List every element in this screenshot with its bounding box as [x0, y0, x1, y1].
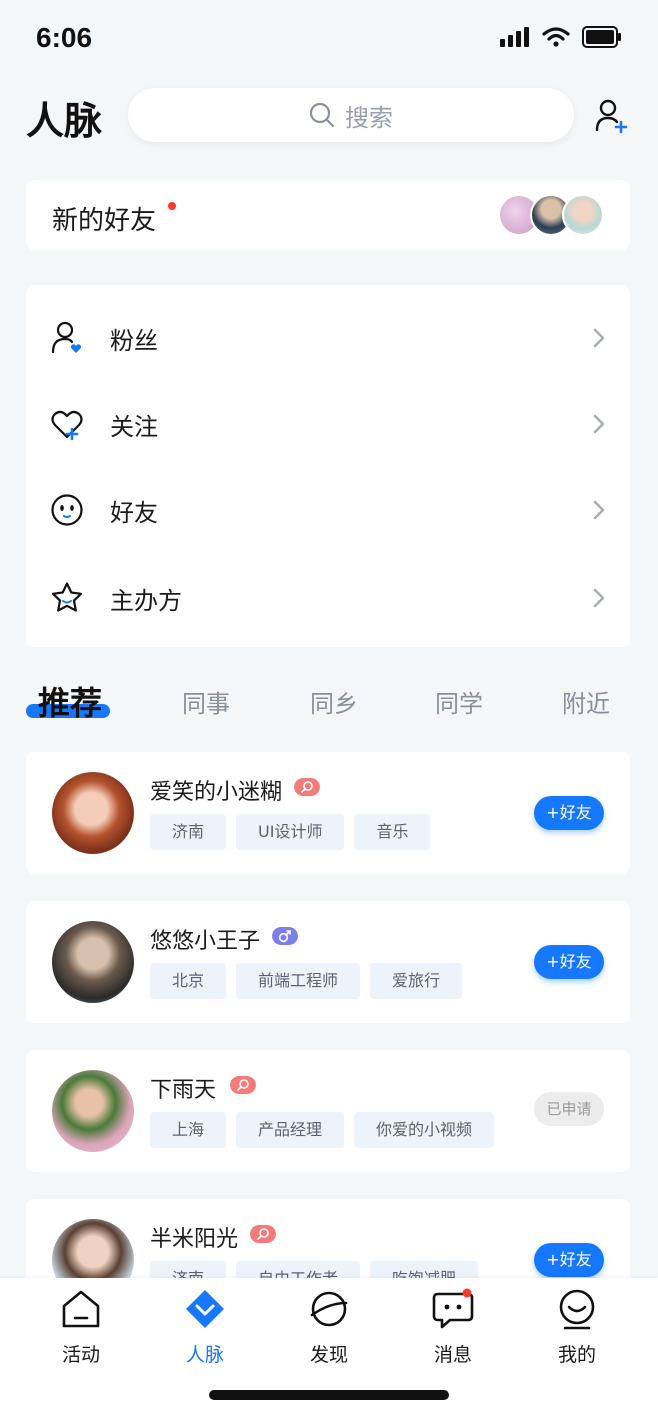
- header: 人脉 搜索: [0, 84, 658, 148]
- chevron-right-icon: [593, 414, 605, 434]
- tabbar-item-messages[interactable]: 消息: [412, 1288, 492, 1368]
- menu-label: 粉丝: [110, 326, 158, 355]
- message-icon: [432, 1288, 474, 1329]
- avatar: [562, 194, 604, 236]
- status-time: 6:06: [36, 22, 93, 53]
- recommendation-card[interactable]: 下雨天 上海 产品经理 你爱的小视频 已申请: [26, 1050, 630, 1172]
- status-icons: [500, 26, 622, 48]
- tag: 你爱的小视频: [354, 1112, 495, 1148]
- tabbar-item-contacts[interactable]: 人脉: [164, 1288, 244, 1368]
- female-badge-icon: [294, 778, 320, 796]
- tab-hometown[interactable]: 同乡: [310, 684, 358, 719]
- user-name: 下雨天: [150, 1078, 217, 1103]
- contacts-menu: 粉丝 关注 好友 主办方: [26, 285, 630, 647]
- avatar: [52, 772, 134, 854]
- status-bar: 6:06: [0, 0, 658, 80]
- female-badge-icon: [230, 1076, 256, 1094]
- bottom-tab-bar: 活动 人脉 发现 消息 我的: [0, 1278, 658, 1425]
- tag: 前端工程师: [236, 963, 361, 999]
- category-tabs: 推荐 同事 同乡 同学 附近: [0, 676, 658, 726]
- tab-classmates[interactable]: 同学: [435, 684, 483, 719]
- female-badge-icon: [250, 1225, 276, 1243]
- home-icon: [62, 1290, 100, 1328]
- user-name: 半米阳光: [150, 1227, 239, 1252]
- menu-item-following[interactable]: 关注: [26, 381, 630, 467]
- tabbar-label: 消息: [433, 1344, 472, 1366]
- tag: 济南: [150, 814, 227, 850]
- planet-icon: [310, 1291, 348, 1327]
- male-badge-icon: [272, 927, 298, 945]
- recommendation-card[interactable]: 悠悠小王子 北京 前端工程师 爱旅行 +好友: [26, 901, 630, 1023]
- battery-icon: [582, 26, 621, 48]
- user-name: 爱笑的小迷糊: [150, 780, 283, 805]
- tag-list: 北京 前端工程师 爱旅行: [150, 963, 463, 999]
- search-placeholder: 搜索: [345, 103, 393, 132]
- tabbar-label: 发现: [309, 1344, 348, 1366]
- user-name: 悠悠小王子: [150, 929, 261, 954]
- tabbar-item-me[interactable]: 我的: [536, 1288, 616, 1368]
- signal-icon: [500, 27, 529, 47]
- add-friend-button[interactable]: +好友: [534, 945, 604, 979]
- contacts-icon: [186, 1290, 224, 1328]
- smiley-icon: [51, 494, 83, 526]
- unread-dot: [168, 202, 176, 210]
- tab-colleagues[interactable]: 同事: [182, 684, 230, 719]
- tab-nearby[interactable]: 附近: [562, 684, 610, 719]
- menu-label: 主办方: [110, 586, 182, 615]
- menu-label: 关注: [110, 412, 158, 441]
- star-icon: [51, 582, 83, 612]
- chevron-right-icon: [593, 328, 605, 348]
- new-friends-label: 新的好友: [52, 206, 157, 236]
- tabbar-label: 人脉: [185, 1344, 224, 1366]
- menu-label: 好友: [110, 498, 158, 527]
- chevron-right-icon: [593, 500, 605, 520]
- tag-list: 上海 产品经理 你爱的小视频: [150, 1112, 495, 1148]
- avatar: [52, 921, 134, 1003]
- user-heart-icon: [51, 321, 82, 354]
- avatar: [52, 1070, 134, 1152]
- menu-item-friends[interactable]: 好友: [26, 467, 630, 553]
- tabbar-item-activity[interactable]: 活动: [40, 1288, 120, 1368]
- tag: 爱旅行: [370, 963, 463, 999]
- tag-list: 济南 UI设计师 音乐: [150, 814, 431, 850]
- tabbar-label: 活动: [61, 1344, 100, 1366]
- add-friend-button[interactable]: +好友: [534, 796, 604, 830]
- new-friends-row[interactable]: 新的好友: [26, 180, 630, 250]
- tag: 北京: [150, 963, 227, 999]
- profile-icon: [559, 1289, 595, 1330]
- search-input[interactable]: 搜索: [128, 88, 574, 142]
- add-user-icon[interactable]: [594, 98, 630, 134]
- menu-item-organizers[interactable]: 主办方: [26, 555, 630, 641]
- page-title: 人脉: [26, 99, 103, 143]
- chevron-right-icon: [593, 588, 605, 608]
- applied-button: 已申请: [534, 1092, 604, 1126]
- tag: UI设计师: [236, 814, 345, 850]
- tabbar-item-discover[interactable]: 发现: [288, 1288, 368, 1368]
- tag: 音乐: [354, 814, 431, 850]
- tabbar-label: 我的: [557, 1344, 596, 1366]
- tag: 产品经理: [236, 1112, 345, 1148]
- add-friend-button[interactable]: +好友: [534, 1243, 604, 1277]
- recommendation-card[interactable]: 爱笑的小迷糊 济南 UI设计师 音乐 +好友: [26, 752, 630, 874]
- wifi-icon: [542, 27, 570, 47]
- menu-item-fans[interactable]: 粉丝: [26, 295, 630, 381]
- heart-plus-icon: [51, 410, 83, 441]
- tag: 上海: [150, 1112, 227, 1148]
- home-indicator: [209, 1390, 449, 1400]
- search-icon: [309, 102, 335, 128]
- new-friends-avatars: [498, 194, 604, 236]
- tab-recommended[interactable]: 推荐: [38, 678, 102, 724]
